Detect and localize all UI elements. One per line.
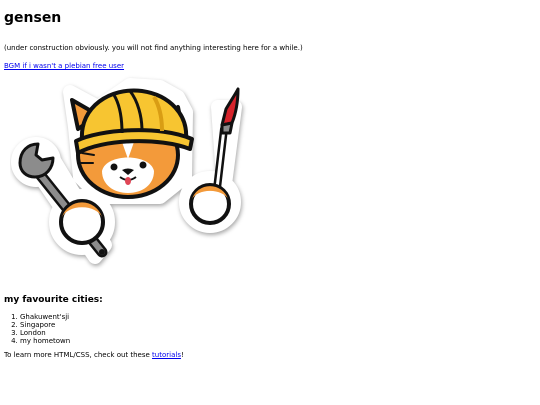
right-paw bbox=[189, 183, 231, 225]
learn-more-suffix: ! bbox=[180, 351, 184, 359]
left-paw bbox=[59, 199, 105, 245]
page: gensen (under construction obviously. yo… bbox=[4, 0, 534, 359]
list-item: Ghakuwent'sji bbox=[20, 313, 70, 321]
tutorials-link[interactable]: tutorials bbox=[152, 351, 181, 359]
cities-list: Ghakuwent'sji Singapore London my hometo… bbox=[4, 313, 70, 345]
subtitle: (under construction obviously. you will … bbox=[4, 44, 303, 52]
learn-more-text: To learn more HTML/CSS, check out these … bbox=[4, 351, 184, 360]
cat-builder-icon bbox=[11, 78, 242, 264]
list-item: Singapore bbox=[20, 321, 70, 329]
learn-more-prefix: To learn more HTML/CSS, check out these bbox=[4, 351, 153, 359]
list-item: my hometown bbox=[20, 337, 70, 345]
list-item: London bbox=[20, 329, 70, 337]
cities-heading: my favourite cities: bbox=[4, 295, 103, 305]
page-title: gensen bbox=[4, 10, 62, 26]
